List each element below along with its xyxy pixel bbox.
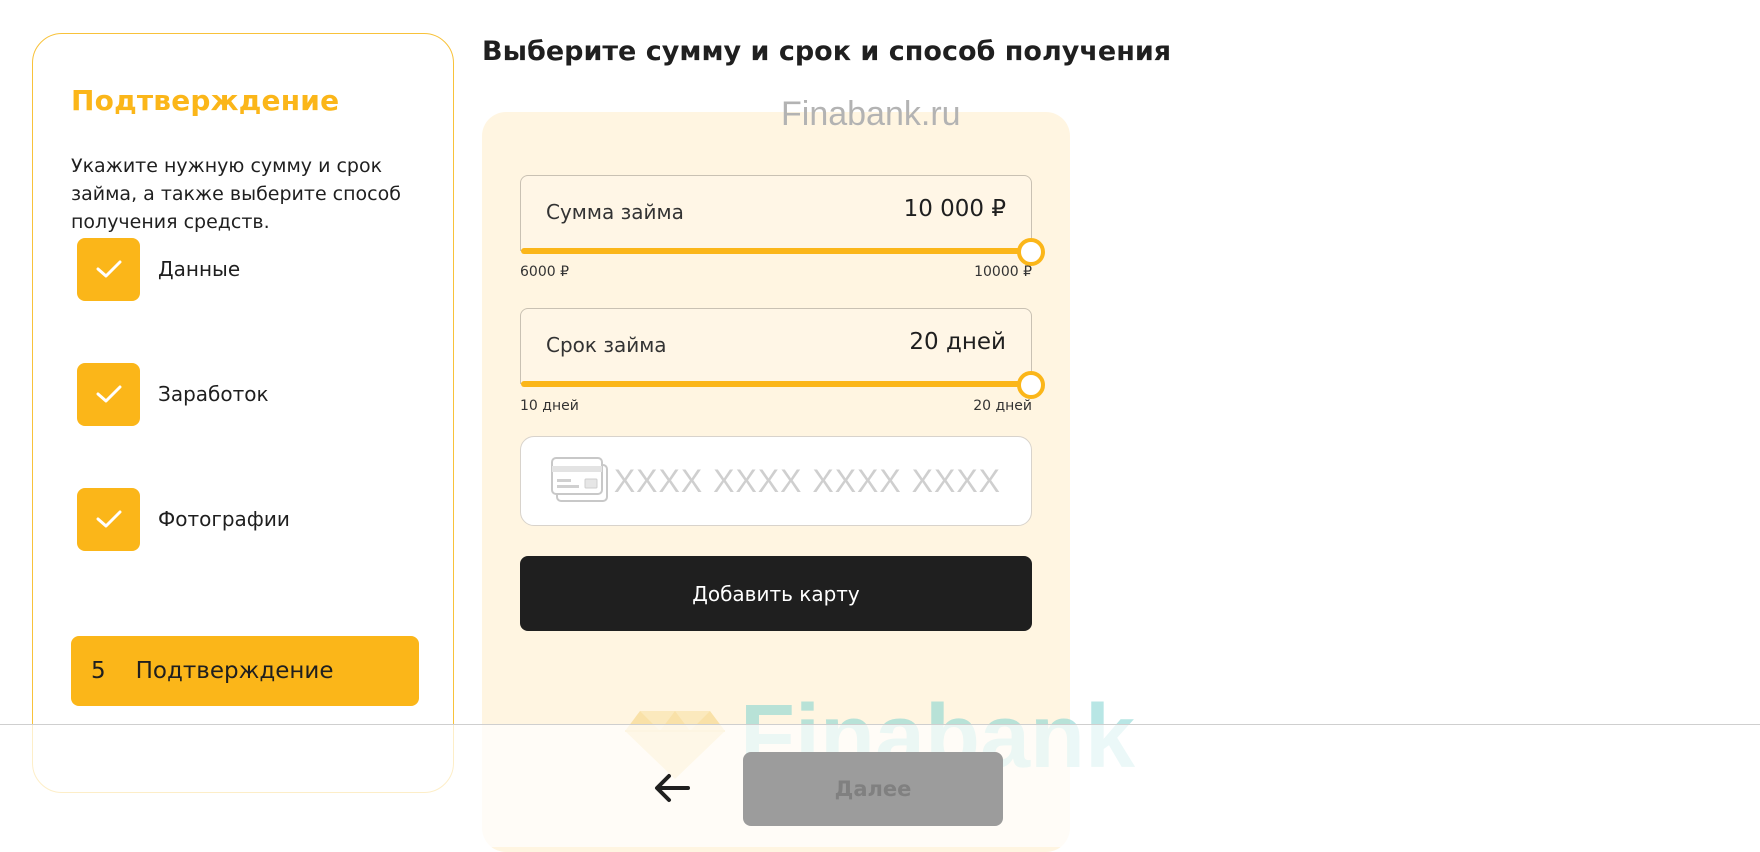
- next-button[interactable]: Далее: [743, 752, 1003, 826]
- steps-panel: Подтверждение Укажите нужную сумму и сро…: [32, 33, 454, 793]
- step-data: Данные: [77, 237, 240, 301]
- loan-amount-thumb[interactable]: [1017, 238, 1045, 266]
- step-confirmation-active: 5 Подтверждение: [71, 636, 419, 706]
- loan-amount-min: 6000 ₽: [520, 264, 569, 280]
- watermark-top: Finabank.ru: [781, 95, 961, 133]
- arrow-left-icon[interactable]: [654, 773, 690, 807]
- loan-amount-slider[interactable]: Сумма займа 10 000 ₽: [520, 175, 1045, 266]
- loan-term-track: [521, 381, 1031, 387]
- check-icon: [77, 487, 140, 551]
- loan-term-value: 20 дней: [909, 329, 1006, 355]
- loan-amount-value: 10 000 ₽: [903, 196, 1006, 222]
- loan-term-max: 20 дней: [973, 398, 1032, 414]
- step-number: 5: [91, 658, 106, 684]
- page-title: Выберите сумму и срок и способ получения: [482, 36, 1172, 67]
- loan-amount-track: [521, 248, 1031, 254]
- step-label: Подтверждение: [135, 658, 334, 684]
- card-number-input[interactable]: XXXX XXXX XXXX XXXX: [520, 436, 1032, 526]
- loan-term-min: 10 дней: [520, 398, 579, 414]
- card-number-placeholder: XXXX XXXX XXXX XXXX: [613, 463, 1001, 499]
- check-icon: [77, 362, 140, 426]
- add-card-button[interactable]: Добавить карту: [520, 556, 1032, 631]
- step-label: Заработок: [158, 382, 269, 406]
- check-icon: [77, 237, 140, 301]
- step-label: Фотографии: [158, 507, 290, 531]
- step-earnings: Заработок: [77, 362, 269, 426]
- step-label: Данные: [158, 257, 241, 281]
- credit-card-icon: [551, 455, 611, 511]
- steps-title: Подтверждение: [71, 84, 340, 117]
- loan-amount-max: 10000 ₽: [974, 264, 1032, 280]
- step-photos: Фотографии: [77, 487, 290, 551]
- steps-description: Укажите нужную сумму и срок займа, а так…: [71, 155, 401, 233]
- bottom-bar: Далее: [0, 724, 1760, 847]
- loan-term-label: Срок займа: [546, 333, 667, 357]
- loan-term-thumb[interactable]: [1017, 371, 1045, 399]
- loan-amount-label: Сумма займа: [546, 200, 684, 224]
- loan-term-slider[interactable]: Срок займа 20 дней: [520, 308, 1045, 399]
